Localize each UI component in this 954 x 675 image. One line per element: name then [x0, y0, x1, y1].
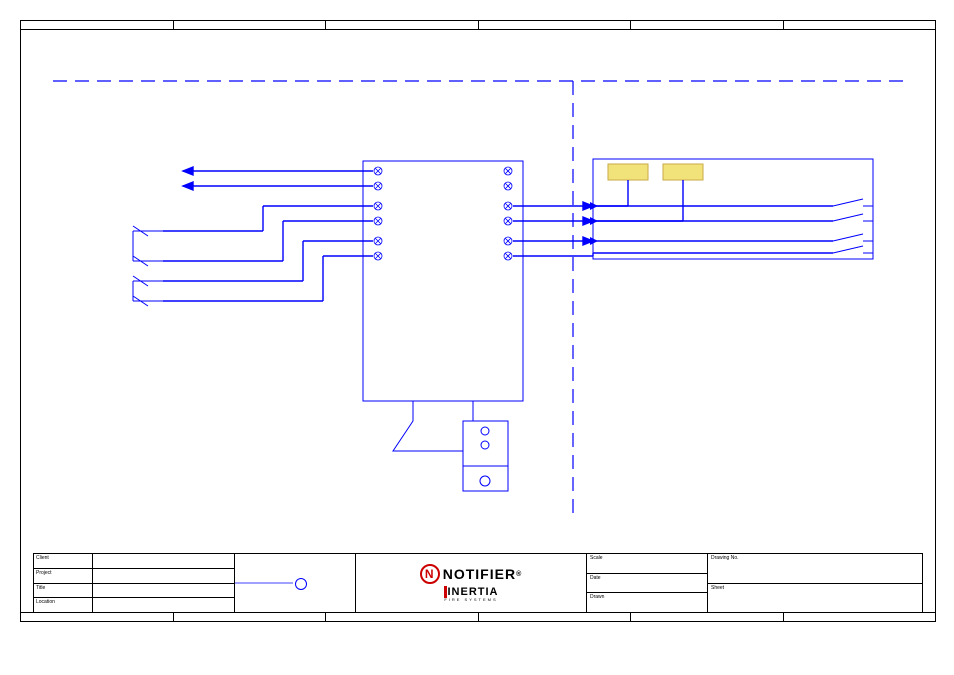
tb-value: [93, 554, 234, 568]
schematic-area: [33, 31, 923, 551]
top-ruler: [21, 21, 935, 30]
bottom-ruler: [21, 612, 935, 621]
titleblock-revision: [235, 554, 356, 612]
notifier-logo: N NOTIFIER ®: [420, 564, 523, 584]
tb-value: [93, 569, 234, 583]
tb-field: Drawing No.: [708, 554, 922, 584]
logo-panel: N NOTIFIER ® INERTIA FIRE SYSTEMS: [356, 554, 587, 612]
tb-label: Project: [34, 569, 93, 583]
drawing-frame: Client Project Title Location N NOTIFIER…: [20, 20, 936, 622]
tb-field: Drawn: [587, 593, 707, 612]
notifier-n-icon: N: [420, 564, 440, 584]
notifier-text: NOTIFIER: [443, 566, 516, 582]
tb-label: Client: [34, 554, 93, 568]
title-block: Client Project Title Location N NOTIFIER…: [33, 553, 923, 613]
inertia-sub: FIRE SYSTEMS: [444, 597, 497, 602]
tb-label: Location: [34, 598, 93, 612]
titleblock-left: Client Project Title Location: [34, 554, 235, 612]
tb-field: Date: [587, 574, 707, 594]
tb-field: Sheet: [708, 584, 922, 613]
tb-value: [93, 598, 234, 612]
tb-value: [93, 584, 234, 598]
wiring-diagram: [33, 31, 923, 551]
registered-icon: ®: [516, 571, 522, 578]
tb-field: Scale: [587, 554, 707, 574]
titleblock-right: Scale Date Drawn Drawing No. Sheet: [587, 554, 922, 612]
tb-label: Title: [34, 584, 93, 598]
